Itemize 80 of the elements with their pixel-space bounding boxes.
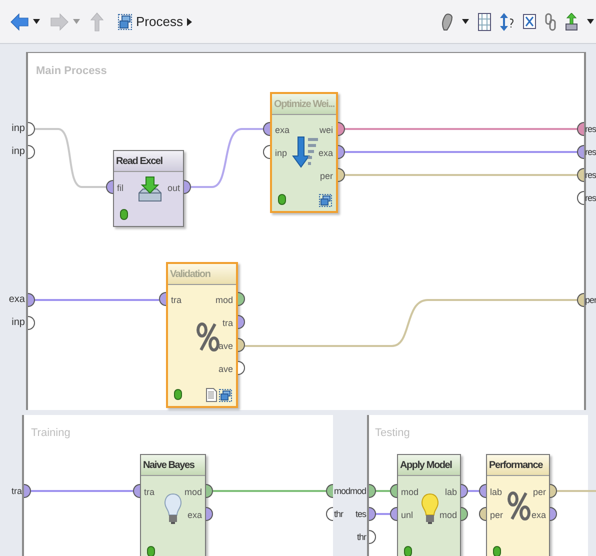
subprocess-icon[interactable] [219,389,232,402]
operator-title: Optimize Wei... [272,94,336,115]
port-label: res [585,170,596,180]
port-label: per [490,510,504,520]
light-bulb-icon [164,493,182,525]
port-label: tra [171,295,182,305]
port-label: mod [334,486,350,496]
operator-node[interactable]: Performance lab per per exa [486,454,550,556]
status-light-icon [404,546,412,556]
port-label: inp [12,124,25,134]
port-label: ave [218,341,233,351]
download-tray-icon [136,176,164,204]
subprocess-icon[interactable] [319,194,332,207]
port-label: ave [218,364,233,374]
fit-to-view-icon[interactable] [523,14,536,29]
percent-icon [507,491,531,521]
operator-node[interactable]: Apply Model mod unl lab mod [397,454,461,556]
operator-node[interactable]: Optimize Wei... exa inp wei exa per [270,92,338,213]
status-light-icon [147,546,155,556]
operator-node[interactable]: Read Excel fil out [113,150,184,227]
panel-title: Testing [375,426,411,441]
port-label: tra [222,318,233,328]
process-icon [118,14,132,30]
port-label: thr [356,532,366,542]
port-label: lab [490,487,502,497]
port-label: exa [8,295,25,305]
port-label: mod [439,510,457,520]
port-label: exa [318,148,333,158]
port-label: inp [12,318,25,328]
port-label: res [585,124,596,134]
port-label: tra [11,486,22,496]
port-label: per [585,295,596,305]
port-label: res [585,193,596,203]
port-label: per [532,487,546,497]
breadcrumb-process-button[interactable]: Process [118,12,192,32]
panel-title: Main Process [36,64,108,79]
port-label: fil [117,183,124,193]
port-label: thr [334,509,344,519]
operator-title: Performance [487,455,549,476]
triangle-right-icon [186,18,192,26]
caret-icon[interactable] [33,19,40,24]
operator-node[interactable]: Validation tra mod tra ave ave [166,262,238,408]
down-arrow-list-icon [292,136,320,168]
port-label: exa [531,510,546,520]
port-label: exa [275,125,290,135]
port-label: mod [350,486,366,496]
document-icon[interactable] [206,388,217,402]
port-label: inp [275,148,288,158]
port-label: out [167,183,180,193]
port-label: inp [12,147,25,157]
operator-title: Read Excel [114,151,183,172]
caret-icon[interactable] [462,19,469,24]
port-label: mod [184,487,202,497]
chain-link-icon[interactable] [545,12,556,30]
operator-title: Validation [168,264,236,285]
caret-icon[interactable] [587,19,594,24]
port-label: res [585,147,596,157]
status-light-icon [120,209,128,220]
port-label: unl [401,510,414,520]
port-label: tes [355,509,366,519]
status-light-icon [174,389,182,400]
light-bulb-icon [421,493,439,525]
port-label: exa [187,510,202,520]
operator-title: Naive Bayes [141,455,205,476]
port-label: wei [319,125,333,135]
back-button[interactable] [10,10,40,32]
port-label: per [320,171,333,181]
panel-title: Training [31,426,72,441]
port-label: mod [401,487,419,497]
export-tray-icon[interactable] [565,12,578,30]
status-light-icon [278,194,286,205]
arrange-arrows-icon[interactable] [500,12,514,30]
port-label: tra [144,487,155,497]
operator-node[interactable]: Naive Bayes tra mod exa [140,454,206,556]
port-label: lab [444,487,457,497]
operator-title: Apply Model [398,455,460,476]
port-label: mod [215,295,233,305]
grid-icon[interactable] [478,12,491,30]
percent-icon [196,322,220,352]
status-light-icon [493,546,501,556]
